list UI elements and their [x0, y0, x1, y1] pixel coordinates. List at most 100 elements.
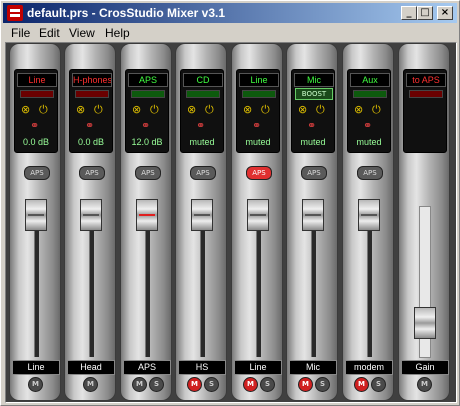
fader-knob[interactable]	[80, 199, 102, 231]
fader-knob[interactable]	[136, 199, 158, 231]
menu-help[interactable]: Help	[105, 26, 130, 40]
fader-knob-line	[250, 214, 266, 216]
channel-display: CD ⊗ ⏻ ⚭ muted	[180, 69, 224, 153]
aps-button[interactable]: APS	[135, 166, 161, 180]
app-icon[interactable]	[7, 5, 23, 21]
power-icon[interactable]: ⏻	[205, 104, 214, 116]
channel-display: Line ⊗ ⏻ ⚭ muted	[236, 69, 280, 153]
phase-icon[interactable]: ⊗	[243, 104, 252, 116]
channel-display-label: Line	[17, 73, 57, 87]
channel-name[interactable]: Mic	[289, 360, 337, 375]
fader-knob-line	[361, 214, 377, 216]
phase-icon[interactable]: ⊗	[132, 104, 141, 116]
level-bar	[242, 90, 276, 98]
channel-display: APS ⊗ ⏻ ⚭ 12.0 dB	[125, 69, 169, 153]
channel-value: 0.0 dB	[77, 137, 105, 147]
channel-value: muted	[300, 137, 326, 147]
link-icon[interactable]: ⚭	[307, 120, 316, 132]
phase-icon[interactable]: ⊗	[76, 104, 85, 116]
channel-name[interactable]: Line	[234, 360, 282, 375]
level-bar	[409, 90, 443, 98]
aps-button[interactable]: APS	[190, 166, 216, 180]
level-bar	[20, 90, 54, 98]
level-bar	[353, 90, 387, 98]
mute-button[interactable]: M	[243, 377, 258, 392]
fader-knob-line	[28, 214, 44, 216]
fader-knob-line	[139, 214, 155, 216]
close-button[interactable]: ×	[437, 6, 453, 20]
power-icon[interactable]: ⏻	[261, 104, 270, 116]
fader-knob[interactable]	[358, 199, 380, 231]
aps-button[interactable]: APS	[24, 166, 50, 180]
power-icon[interactable]: ⏻	[150, 104, 159, 116]
channel-strip: to APS Gain M	[398, 43, 450, 401]
mixer-window: default.prs - CrosStudio Mixer v3.1 _ □ …	[0, 0, 460, 406]
title-bar: default.prs - CrosStudio Mixer v3.1 _ □ …	[3, 3, 457, 23]
channel-name[interactable]: modem	[345, 360, 393, 375]
aps-button[interactable]: APS	[301, 166, 327, 180]
fader-knob[interactable]	[25, 199, 47, 231]
channel-name[interactable]: Gain	[401, 360, 449, 375]
level-bar	[131, 90, 165, 98]
minimize-button[interactable]: _	[401, 6, 417, 20]
link-icon[interactable]: ⚭	[30, 120, 39, 132]
phase-icon[interactable]: ⊗	[21, 104, 30, 116]
menu-bar: File Edit View Help	[3, 24, 457, 42]
channel-strip: Mic BOOST ⊗ ⏻ ⚭ muted APS Mic M S	[286, 43, 338, 401]
channel-name[interactable]: APS	[123, 360, 171, 375]
channel-display-label: Aux	[350, 73, 390, 87]
phase-icon[interactable]: ⊗	[354, 104, 363, 116]
window-title: default.prs - CrosStudio Mixer v3.1	[27, 6, 226, 20]
solo-button[interactable]: S	[371, 377, 386, 392]
channel-display: Line ⊗ ⏻ ⚭ 0.0 dB	[14, 69, 58, 153]
channel-display-label: Line	[239, 73, 279, 87]
mute-button[interactable]: M	[354, 377, 369, 392]
channel-display-label: H-phones	[72, 73, 112, 87]
mute-button[interactable]: M	[187, 377, 202, 392]
gain-fader-knob[interactable]	[414, 307, 436, 339]
mute-button[interactable]: M	[298, 377, 313, 392]
channel-display-label: to APS	[406, 73, 446, 87]
channel-display-label: CD	[183, 73, 223, 87]
solo-button[interactable]: S	[260, 377, 275, 392]
channel-name[interactable]: Head	[67, 360, 115, 375]
channel-display: Mic BOOST ⊗ ⏻ ⚭ muted	[291, 69, 335, 153]
channel-display: Aux ⊗ ⏻ ⚭ muted	[347, 69, 391, 153]
power-icon[interactable]: ⏻	[372, 104, 381, 116]
mute-button[interactable]: M	[28, 377, 43, 392]
link-icon[interactable]: ⚭	[196, 120, 205, 132]
solo-button[interactable]: S	[204, 377, 219, 392]
fader-knob[interactable]	[302, 199, 324, 231]
channel-name[interactable]: Line	[12, 360, 60, 375]
menu-view[interactable]: View	[69, 26, 95, 40]
aps-button[interactable]: APS	[79, 166, 105, 180]
power-icon[interactable]: ⏻	[316, 104, 325, 116]
mute-button[interactable]: M	[132, 377, 147, 392]
channel-display-label: APS	[128, 73, 168, 87]
aps-button[interactable]: APS	[246, 166, 272, 180]
fader-knob[interactable]	[247, 199, 269, 231]
fader-knob-line	[83, 214, 99, 216]
power-icon[interactable]: ⏻	[94, 104, 103, 116]
boost-indicator[interactable]: BOOST	[295, 88, 333, 100]
menu-file[interactable]: File	[11, 26, 30, 40]
link-icon[interactable]: ⚭	[252, 120, 261, 132]
solo-button[interactable]: S	[149, 377, 164, 392]
channel-name[interactable]: HS	[178, 360, 226, 375]
channel-strip: CD ⊗ ⏻ ⚭ muted APS HS M S	[175, 43, 227, 401]
mute-button[interactable]: M	[83, 377, 98, 392]
phase-icon[interactable]: ⊗	[187, 104, 196, 116]
channel-strip: Line ⊗ ⏻ ⚭ muted APS Line M S	[231, 43, 283, 401]
fader-knob[interactable]	[191, 199, 213, 231]
link-icon[interactable]: ⚭	[363, 120, 372, 132]
channel-display: to APS	[403, 69, 447, 153]
link-icon[interactable]: ⚭	[85, 120, 94, 132]
power-icon[interactable]: ⏻	[39, 104, 48, 116]
phase-icon[interactable]: ⊗	[298, 104, 307, 116]
mute-button[interactable]: M	[417, 377, 432, 392]
aps-button[interactable]: APS	[357, 166, 383, 180]
maximize-button[interactable]: □	[417, 6, 433, 20]
link-icon[interactable]: ⚭	[141, 120, 150, 132]
solo-button[interactable]: S	[315, 377, 330, 392]
menu-edit[interactable]: Edit	[39, 26, 60, 40]
